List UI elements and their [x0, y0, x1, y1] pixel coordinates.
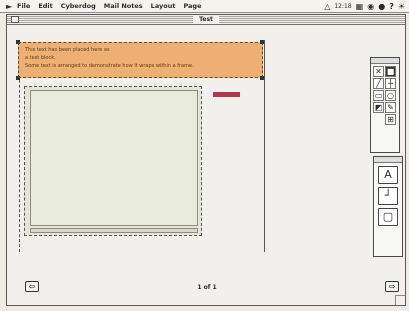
menubar-extras: △ 12:18 ▦ ◉ ● ? ☀: [324, 2, 405, 11]
oval-tool-icon[interactable]: ○: [385, 90, 396, 101]
line-tool-icon[interactable]: ╱: [373, 78, 384, 89]
resize-handle[interactable]: [16, 76, 20, 80]
document-window: Test This text has been placed here as a…: [6, 14, 406, 306]
palette-title-bar[interactable]: [374, 157, 402, 163]
resize-box[interactable]: [395, 295, 405, 305]
menu-layout[interactable]: Layout: [151, 2, 176, 10]
menubar-clock: 12:18: [334, 3, 352, 10]
picture-content: [30, 90, 198, 226]
next-page-button[interactable]: ⇨: [385, 281, 399, 292]
text-frame[interactable]: This text has been placed here as a test…: [18, 42, 263, 78]
menu-cyberdog[interactable]: Cyberdog: [61, 2, 96, 10]
control-strip-icon[interactable]: △: [324, 2, 330, 11]
menu-edit[interactable]: Edit: [38, 2, 52, 10]
text-line: Some text is arranged to demonstrate how…: [25, 63, 194, 69]
pencil-tool-icon[interactable]: ✎: [385, 102, 396, 113]
left-arrow-icon: ⇦: [28, 282, 36, 291]
grid-tool-icon[interactable]: ⊞: [385, 114, 396, 125]
page-number: 1 of 1: [197, 284, 217, 291]
resize-handle[interactable]: [16, 40, 20, 44]
menu-page[interactable]: Page: [183, 2, 201, 10]
pointer-tool-icon[interactable]: ✕: [373, 66, 384, 77]
frame-palette: A ┘ ▢: [373, 156, 403, 257]
help-icon[interactable]: ?: [389, 2, 394, 11]
picture-scrollbar[interactable]: [30, 228, 198, 233]
menu-bar: ► File Edit Cyberdog Mail Notes Layout P…: [0, 0, 409, 13]
box-tool-icon[interactable]: ■: [385, 66, 396, 77]
resize-handle[interactable]: [260, 40, 264, 44]
frame-tool-icon[interactable]: ◩: [373, 102, 384, 113]
window-title: Test: [193, 15, 219, 24]
previous-page-button[interactable]: ⇦: [25, 281, 39, 292]
color-swatch[interactable]: [213, 92, 240, 97]
picture-frame-tool-icon[interactable]: ▢: [378, 208, 398, 226]
resize-handle[interactable]: [260, 76, 264, 80]
rectangle-tool-icon[interactable]: ▭: [373, 90, 384, 101]
close-box-icon[interactable]: [11, 16, 19, 23]
window-title-bar[interactable]: Test: [7, 15, 405, 25]
application-menu-icon[interactable]: ☀: [398, 2, 405, 11]
tool-grid: ✕ ■ ╱ ┼ ▭ ○ ◩ ✎ ⊞: [371, 64, 399, 127]
sound-icon[interactable]: ▦: [356, 2, 364, 11]
tool-palette: ✕ ■ ╱ ┼ ▭ ○ ◩ ✎ ⊞: [370, 57, 400, 153]
text-frame-tool-icon[interactable]: A: [378, 166, 398, 184]
dot-icon[interactable]: ●: [378, 2, 385, 11]
globe-icon[interactable]: ◉: [367, 2, 374, 11]
apple-icon[interactable]: ►: [6, 2, 17, 11]
menu-mail-notes[interactable]: Mail Notes: [104, 2, 143, 10]
picture-frame[interactable]: [24, 86, 202, 236]
right-arrow-icon: ⇨: [388, 282, 396, 291]
text-line: This text has been placed here as: [25, 47, 110, 53]
corner-tool-icon[interactable]: ┘: [378, 187, 398, 205]
text-line: a test block.: [25, 55, 56, 61]
menu-file[interactable]: File: [17, 2, 30, 10]
crosshair-tool-icon[interactable]: ┼: [385, 78, 396, 89]
empty-tool-slot: [373, 114, 384, 125]
